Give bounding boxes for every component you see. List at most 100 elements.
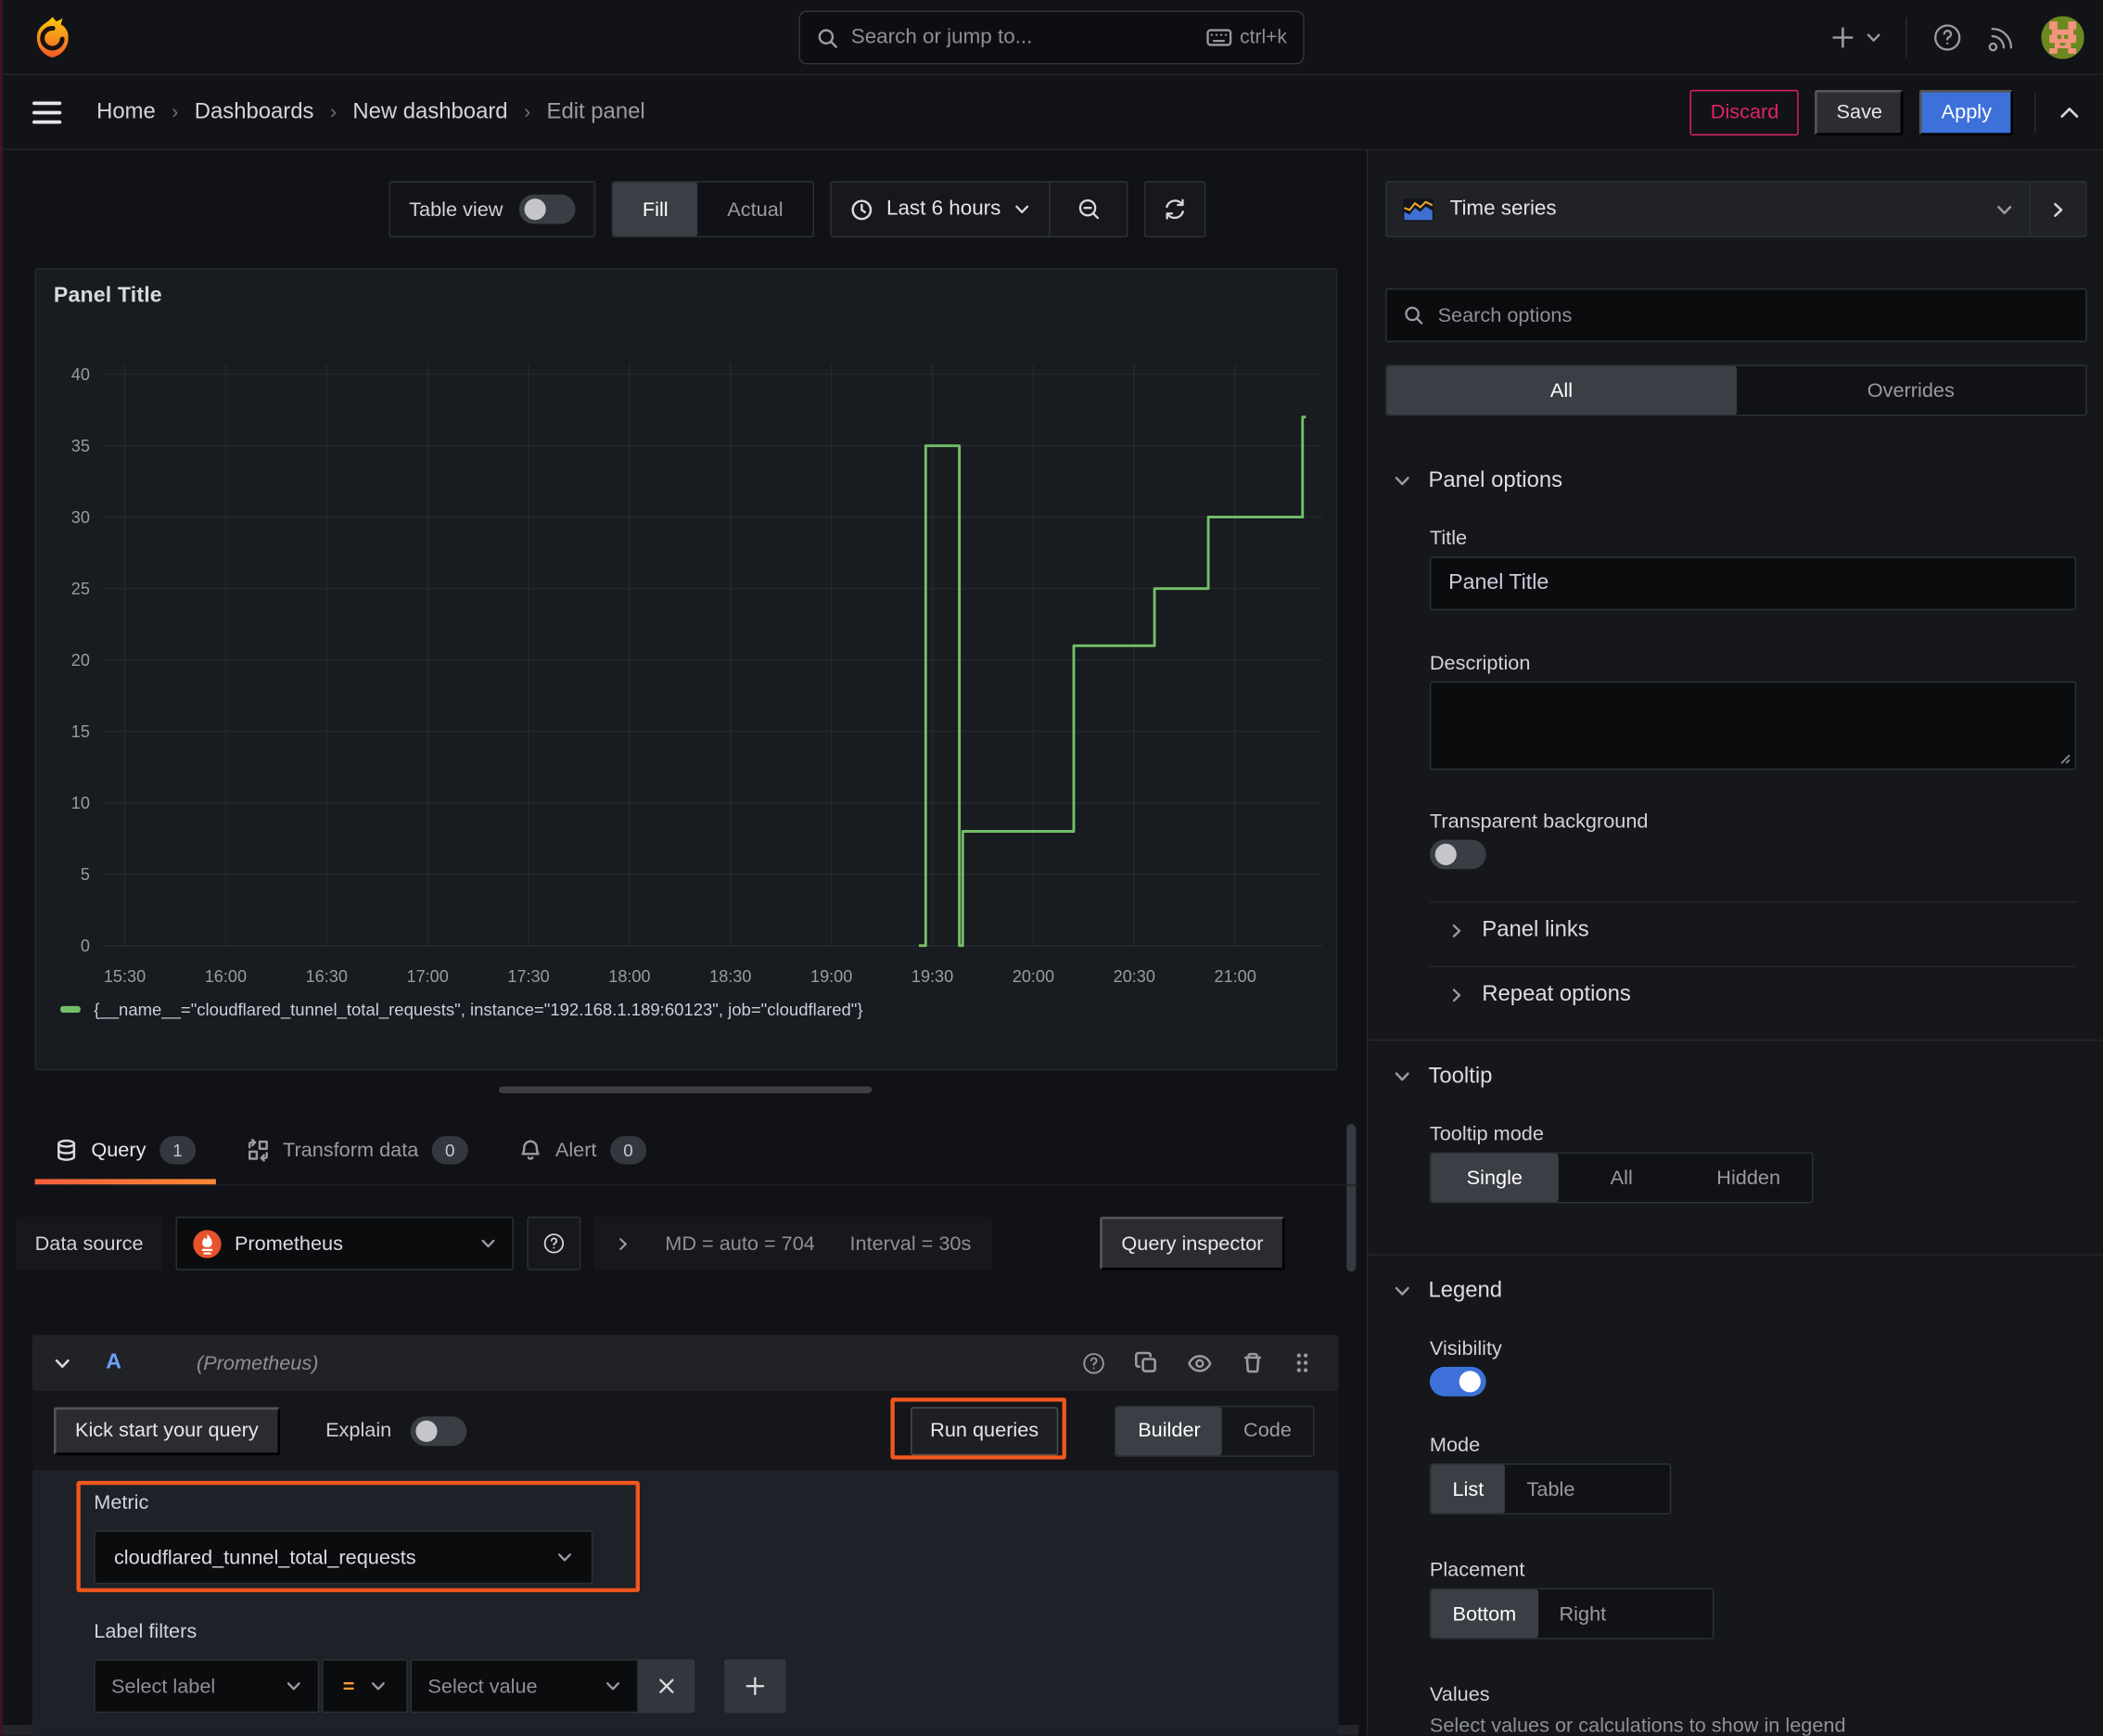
- visualization-picker[interactable]: Time series: [1385, 181, 2087, 238]
- section-legend[interactable]: Legend: [1394, 1278, 1502, 1303]
- breadcrumb-dashboards[interactable]: Dashboards: [195, 99, 314, 124]
- panel-title-input[interactable]: Panel Title: [1429, 556, 2077, 611]
- table-view-label: Table view: [409, 198, 503, 221]
- breadcrumb-dashboard[interactable]: New dashboard: [352, 99, 507, 124]
- grafana-logo-icon[interactable]: [30, 15, 75, 60]
- query-datasource-hint: (Prometheus): [196, 1351, 319, 1374]
- metric-value: cloudflared_tunnel_total_requests: [113, 1546, 416, 1569]
- legend-item[interactable]: {__name__="cloudflared_tunnel_total_requ…: [60, 1000, 863, 1019]
- help-icon[interactable]: [1931, 21, 1964, 54]
- datasource-picker[interactable]: Prometheus: [175, 1216, 514, 1270]
- legend-placement-group: Bottom Right: [1429, 1588, 1714, 1640]
- prometheus-icon: [193, 1229, 222, 1258]
- collapse-pane-icon[interactable]: [2058, 100, 2082, 124]
- section-tooltip[interactable]: Tooltip: [1394, 1064, 1492, 1089]
- user-avatar[interactable]: [2041, 16, 2084, 59]
- query-row-header[interactable]: A (Prometheus): [32, 1334, 1339, 1391]
- window-edge: [0, 0, 3, 1736]
- breadcrumb-current: Edit panel: [546, 99, 645, 124]
- visibility-toggle[interactable]: [1429, 1366, 1486, 1397]
- tab-transform[interactable]: Transform data 0: [226, 1116, 488, 1184]
- database-icon: [55, 1139, 78, 1162]
- visibility-label: Visibility: [1429, 1337, 1502, 1360]
- tab-all[interactable]: All: [1386, 365, 1737, 415]
- apply-button[interactable]: Apply: [1919, 89, 2014, 135]
- remove-filter-icon[interactable]: [638, 1659, 695, 1714]
- tab-query-badge: 1: [159, 1136, 196, 1165]
- tooltip-mode-all[interactable]: All: [1558, 1154, 1685, 1202]
- zoom-out-icon[interactable]: [1049, 182, 1127, 236]
- tab-alert[interactable]: Alert 0: [499, 1116, 667, 1184]
- tab-overrides[interactable]: Overrides: [1736, 366, 2085, 415]
- operator-dropdown[interactable]: =: [322, 1659, 408, 1714]
- series-marker: [60, 1006, 81, 1013]
- section-repeat-options[interactable]: Repeat options: [1448, 982, 1631, 1007]
- tab-query[interactable]: Query 1: [34, 1116, 216, 1185]
- placement-bottom[interactable]: Bottom: [1431, 1589, 1538, 1639]
- tooltip-mode-single[interactable]: Single: [1431, 1153, 1559, 1202]
- breadcrumb-separator-icon: ›: [329, 100, 338, 124]
- chevron-down-icon: [606, 1682, 619, 1691]
- svg-text:30: 30: [71, 508, 90, 527]
- time-range-picker[interactable]: Last 6 hours: [832, 198, 1050, 222]
- global-search-input[interactable]: Search or jump to... ctrl+k: [798, 10, 1305, 65]
- add-filter-icon[interactable]: [724, 1659, 786, 1714]
- legend-mode-table[interactable]: Table: [1505, 1464, 1596, 1513]
- panel-resize-handle[interactable]: [499, 1086, 873, 1093]
- tab-transform-label: Transform data: [282, 1139, 419, 1162]
- select-label-dropdown[interactable]: Select label: [94, 1659, 320, 1714]
- edit-actions: Discard Save Apply: [1690, 89, 2082, 135]
- editor-mode-code[interactable]: Code: [1222, 1407, 1313, 1455]
- display-mode-actual[interactable]: Actual: [697, 183, 812, 236]
- delete-trash-icon[interactable]: [1241, 1351, 1265, 1375]
- toggle-visibility-eye-icon[interactable]: [1187, 1350, 1212, 1375]
- label-filters-label: Label filters: [94, 1620, 198, 1643]
- breadcrumb-home[interactable]: Home: [96, 99, 156, 124]
- options-search-input[interactable]: Search options: [1385, 287, 2087, 342]
- tooltip-mode-hidden[interactable]: Hidden: [1685, 1154, 1812, 1202]
- query-help-icon[interactable]: [1081, 1350, 1106, 1375]
- chevron-down-icon: [1395, 1072, 1409, 1081]
- kick-start-button[interactable]: Kick start your query: [53, 1406, 280, 1455]
- menu-hamburger-icon[interactable]: [32, 100, 62, 124]
- chevron-down-icon: [1997, 205, 2012, 214]
- query-options-summary[interactable]: MD = auto = 704 Interval = 30s: [593, 1216, 993, 1270]
- run-queries-button[interactable]: Run queries: [910, 1406, 1059, 1455]
- refresh-icon[interactable]: [1144, 181, 1206, 238]
- metric-select[interactable]: cloudflared_tunnel_total_requests: [94, 1530, 593, 1585]
- drag-grip-icon[interactable]: [1293, 1351, 1311, 1375]
- news-rss-icon[interactable]: [1988, 23, 2018, 53]
- datasource-help-icon[interactable]: [527, 1216, 581, 1270]
- svg-text:17:30: 17:30: [507, 967, 549, 986]
- save-button[interactable]: Save: [1815, 89, 1905, 135]
- topbar-actions: [1830, 0, 2084, 75]
- explain-toggle[interactable]: [410, 1415, 467, 1446]
- transparent-toggle[interactable]: [1429, 839, 1486, 870]
- discard-button[interactable]: Discard: [1690, 89, 1800, 135]
- placement-right[interactable]: Right: [1537, 1589, 1627, 1638]
- display-mode-fill[interactable]: Fill: [613, 182, 698, 236]
- editor-mode-builder[interactable]: Builder: [1116, 1406, 1222, 1455]
- legend-mode-list[interactable]: List: [1431, 1464, 1506, 1513]
- new-plus-icon[interactable]: [1830, 25, 1881, 49]
- svg-text:25: 25: [71, 580, 90, 598]
- description-textarea[interactable]: [1429, 681, 2077, 771]
- viz-suggestions-icon[interactable]: [2029, 182, 2085, 236]
- time-series-panel[interactable]: Panel Title 0 5 10 15 20 25 30 35 40 15:30 16:00 16…: [34, 268, 1338, 1071]
- divider: [1429, 965, 2077, 967]
- label-filter-row: Select label = Select value: [94, 1659, 786, 1714]
- transform-icon: [247, 1139, 270, 1162]
- query-inspector-button[interactable]: Query inspector: [1100, 1216, 1285, 1270]
- search-placeholder: Search or jump to...: [850, 25, 1033, 49]
- table-view-toggle[interactable]: [518, 194, 576, 224]
- svg-text:20:30: 20:30: [1114, 967, 1155, 986]
- explain-control: Explain: [325, 1415, 467, 1446]
- section-panel-options[interactable]: Panel options: [1394, 468, 1562, 493]
- chevron-down-icon: [1015, 205, 1029, 213]
- search-icon: [1403, 304, 1424, 326]
- select-value-dropdown[interactable]: Select value: [410, 1659, 639, 1714]
- description-label: Description: [1429, 651, 1531, 675]
- section-panel-links[interactable]: Panel links: [1448, 917, 1589, 942]
- topbar-divider: [1905, 17, 1907, 58]
- duplicate-icon[interactable]: [1135, 1351, 1159, 1375]
